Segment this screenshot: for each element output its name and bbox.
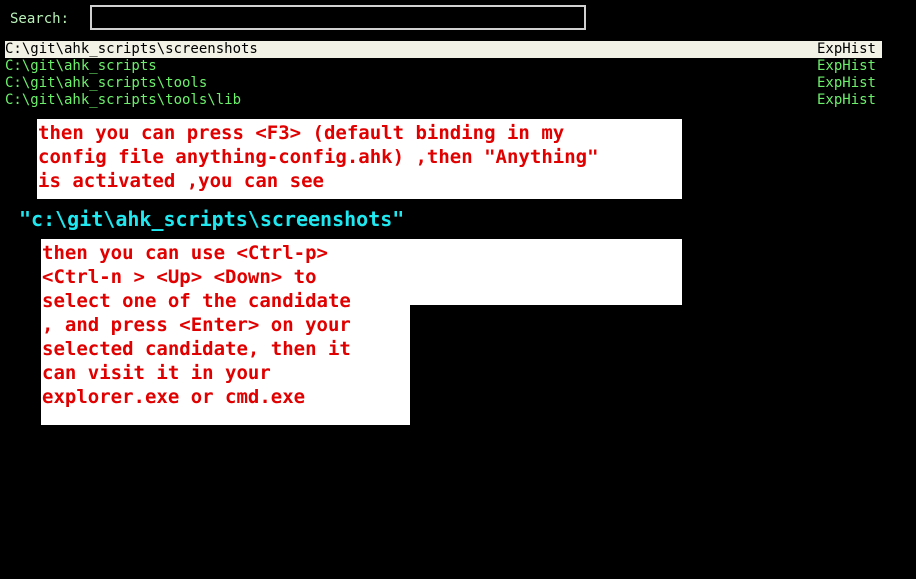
candidate-row[interactable]: C:\git\ahk_scripts\tools\lib ExpHist	[5, 92, 882, 109]
candidate-row[interactable]: C:\git\ahk_scripts\screenshots ExpHist	[5, 41, 882, 58]
candidate-path: C:\git\ahk_scripts\screenshots	[5, 41, 258, 57]
search-label: Search:	[10, 11, 70, 27]
candidate-path: C:\git\ahk_scripts	[5, 58, 157, 74]
annotation-typed-path: "c:\git\ahk_scripts\screenshots"	[18, 205, 682, 233]
candidate-source: ExpHist	[816, 92, 876, 108]
annotation-usage: then you can use <Ctrl-p> <Ctrl-n > <Up>…	[41, 239, 682, 408]
candidate-row[interactable]: C:\git\ahk_scripts ExpHist	[5, 58, 882, 75]
candidate-source: ExpHist	[816, 75, 876, 91]
candidate-source: ExpHist	[816, 58, 876, 74]
candidate-source: ExpHist	[816, 41, 876, 57]
annotation-intro: then you can press <F3> (default binding…	[37, 119, 682, 199]
candidate-row[interactable]: C:\git\ahk_scripts\tools ExpHist	[5, 75, 882, 92]
search-input[interactable]	[90, 5, 586, 30]
candidate-path: C:\git\ahk_scripts\tools\lib	[5, 92, 242, 108]
candidate-list: C:\git\ahk_scripts\screenshots ExpHist C…	[5, 41, 882, 109]
candidate-path: C:\git\ahk_scripts\tools	[5, 75, 208, 91]
